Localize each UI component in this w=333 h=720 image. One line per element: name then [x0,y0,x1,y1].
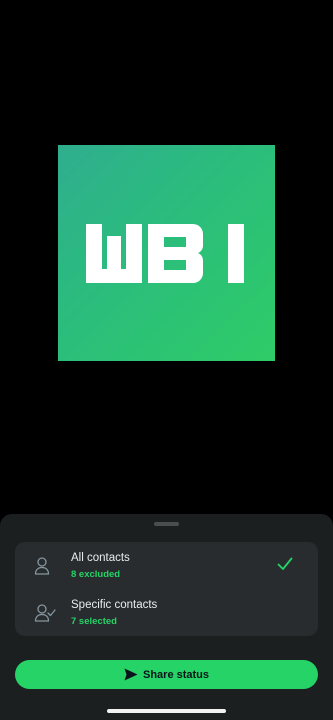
person-check-icon [34,604,56,622]
status-preview-image [58,145,275,361]
wbi-logo [86,224,244,283]
share-status-button[interactable]: Share status [15,660,318,689]
option-specific-contacts[interactable]: Specific contacts 7 selected [15,589,318,636]
option-subtitle: 7 selected [71,616,117,627]
option-label: Specific contacts [71,599,158,611]
status-privacy-screen: All contacts 8 excluded Specific contact… [0,0,333,720]
option-label: All contacts [71,552,130,564]
option-subtitle: 8 excluded [71,569,121,580]
send-icon [124,668,138,681]
audience-options: All contacts 8 excluded Specific contact… [15,542,318,636]
sheet-grabber[interactable] [154,522,179,526]
person-icon [34,557,50,575]
option-all-contacts[interactable]: All contacts 8 excluded [15,542,318,589]
home-indicator [107,709,226,713]
privacy-bottom-sheet: All contacts 8 excluded Specific contact… [0,514,333,720]
checkmark-icon [277,557,293,570]
share-status-label: Share status [142,668,210,681]
